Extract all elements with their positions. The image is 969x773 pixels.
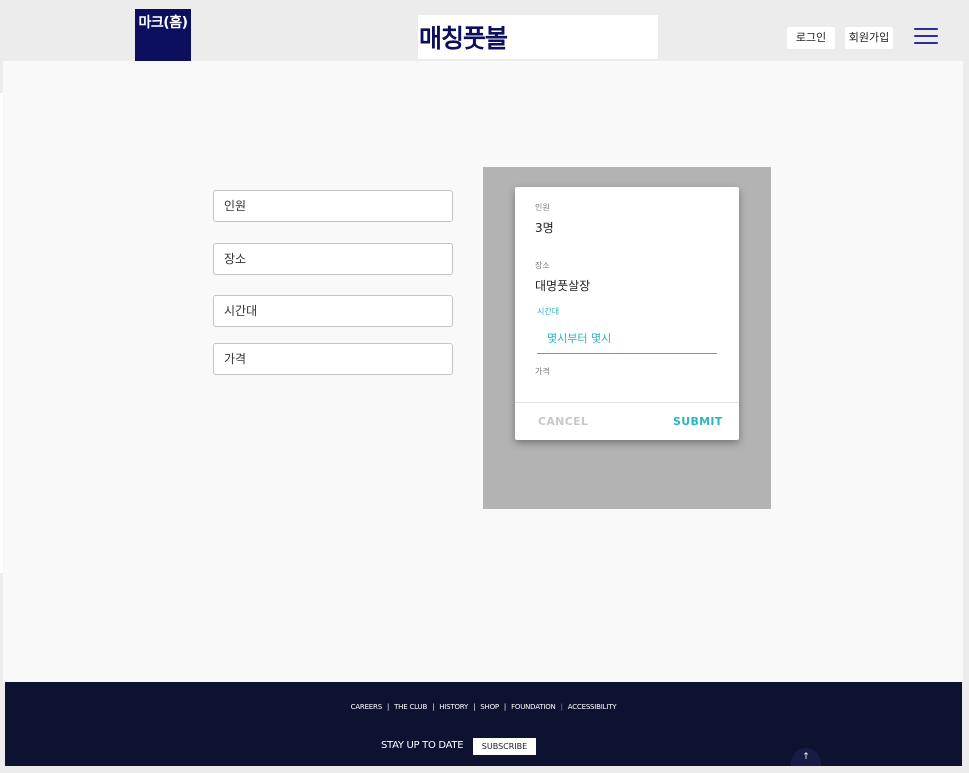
headcount-field[interactable]: 인원 (213, 190, 453, 222)
footer-link-foundation[interactable]: FOUNDATION (511, 703, 556, 711)
signup-button[interactable]: 회원가입 (845, 27, 893, 49)
time-field[interactable]: 시간대 (213, 295, 453, 327)
dialog-count-value: 3명 (535, 221, 554, 235)
footer-link-accessibility[interactable]: ACCESSIBILITY (568, 703, 617, 711)
stay-up-to-date-label: STAY UP TO DATE (381, 740, 464, 751)
dialog-time-input[interactable]: 몇시부터 몇시 (537, 324, 717, 354)
dialog-time-label: 시간대 (537, 307, 560, 316)
footer-separator: | (560, 703, 563, 711)
hamburger-line (914, 35, 938, 37)
hamburger-icon[interactable] (914, 28, 938, 46)
dialog-divider (515, 402, 739, 403)
footer-separator: | (432, 703, 435, 711)
hamburger-line (914, 42, 938, 44)
dialog-count-label: 인원 (535, 203, 550, 212)
arrow-up-icon[interactable]: ↑ (791, 748, 821, 766)
home-logo-button[interactable]: 마크(홈) (135, 9, 191, 61)
footer-link-history[interactable]: HISTORY (439, 703, 468, 711)
match-dialog: 인원 3명 장소 대명풋살장 시간대 몇시부터 몇시 가격 CANCEL SUB… (515, 187, 739, 440)
subscribe-button[interactable]: SUBSCRIBE (473, 738, 536, 755)
dialog-place-label: 장소 (535, 261, 550, 270)
hamburger-line (914, 28, 938, 30)
site-title: 매칭풋볼 (418, 15, 658, 59)
footer-links: CAREERS | THE CLUB | HISTORY | SHOP | FOUNDATION… (5, 703, 962, 711)
login-button[interactable]: 로그인 (787, 27, 835, 49)
cancel-button[interactable]: CANCEL (538, 415, 588, 428)
footer-separator: | (386, 703, 390, 711)
submit-button[interactable]: SUBMIT (673, 415, 723, 428)
site-footer: CAREERS | THE CLUB | HISTORY | SHOP | FOUNDATION… (5, 682, 962, 766)
page: 마크(홈) 매칭풋볼 로그인 회원가입 인원 장소 시간대 가격 인원 3명 장… (0, 0, 969, 773)
price-field[interactable]: 가격 (213, 343, 453, 375)
dialog-place-value: 대명풋살장 (535, 279, 591, 293)
main-content: 인원 장소 시간대 가격 인원 3명 장소 대명풋살장 시간대 몇시부터 몇시 … (3, 61, 963, 682)
site-header: 마크(홈) 매칭풋볼 로그인 회원가입 (0, 0, 969, 61)
footer-link-shop[interactable]: SHOP (480, 703, 499, 711)
footer-link-the-club[interactable]: THE CLUB (394, 703, 427, 711)
place-field[interactable]: 장소 (213, 243, 453, 275)
footer-link-careers[interactable]: CAREERS (351, 703, 382, 711)
dialog-overlay[interactable]: 인원 3명 장소 대명풋살장 시간대 몇시부터 몇시 가격 CANCEL SUB… (483, 167, 771, 509)
footer-separator: | (503, 703, 507, 711)
dialog-price-label: 가격 (535, 367, 550, 376)
footer-separator: | (473, 703, 476, 711)
